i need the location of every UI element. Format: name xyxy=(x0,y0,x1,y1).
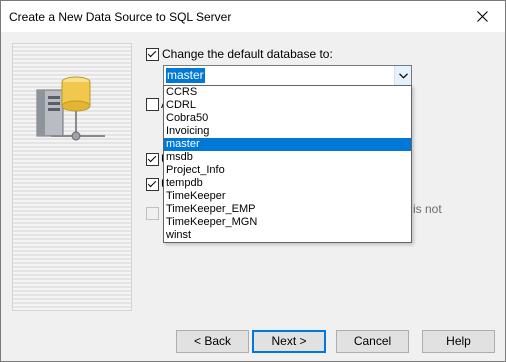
database-option[interactable]: Cobra50 xyxy=(164,112,411,125)
database-server-icon xyxy=(36,76,105,141)
database-option[interactable]: master xyxy=(164,138,411,151)
database-option[interactable]: msdb xyxy=(164,151,411,164)
change-default-db-label: Change the default database to: xyxy=(162,47,333,61)
default-database-combobox[interactable]: master xyxy=(163,65,412,87)
database-option[interactable]: Project_Info xyxy=(164,164,411,177)
database-option[interactable]: CDRL xyxy=(164,99,411,112)
chevron-down-icon xyxy=(398,73,408,79)
database-option[interactable]: tempdb xyxy=(164,177,411,190)
next-button[interactable]: Next > xyxy=(252,330,326,353)
database-dropdown-list[interactable]: CCRS CDRL Cobra50 Invoicing master msdb Projec… xyxy=(163,85,412,243)
database-option[interactable]: Invoicing xyxy=(164,125,411,138)
option-checkbox-1[interactable] xyxy=(146,98,159,111)
cancel-button[interactable]: Cancel xyxy=(336,330,409,353)
change-default-db-checkbox[interactable] xyxy=(146,48,159,61)
option-checkbox-3[interactable] xyxy=(146,178,159,191)
option-checkbox-4[interactable] xyxy=(146,207,159,220)
database-option[interactable]: winst xyxy=(164,229,411,242)
database-option[interactable]: TimeKeeper xyxy=(164,190,411,203)
combobox-dropdown-button[interactable] xyxy=(394,66,411,86)
database-option[interactable]: TimeKeeper_EMP xyxy=(164,203,411,216)
default-database-value: master xyxy=(166,68,205,83)
close-icon xyxy=(476,11,488,22)
help-button[interactable]: Help xyxy=(422,330,495,353)
close-button[interactable] xyxy=(459,1,505,32)
database-option[interactable]: CCRS xyxy=(164,86,411,99)
option-label-4: is not xyxy=(413,202,442,216)
window-title: Create a New Data Source to SQL Server xyxy=(9,10,232,24)
wizard-illustration-panel xyxy=(12,43,132,311)
dialog-window: Create a New Data Source to SQL Server C… xyxy=(0,0,506,362)
option-checkbox-2[interactable] xyxy=(146,153,159,166)
title-bar: Create a New Data Source to SQL Server xyxy=(1,1,505,32)
database-option[interactable]: TimeKeeper_MGN xyxy=(164,216,411,229)
back-button[interactable]: < Back xyxy=(176,330,249,353)
